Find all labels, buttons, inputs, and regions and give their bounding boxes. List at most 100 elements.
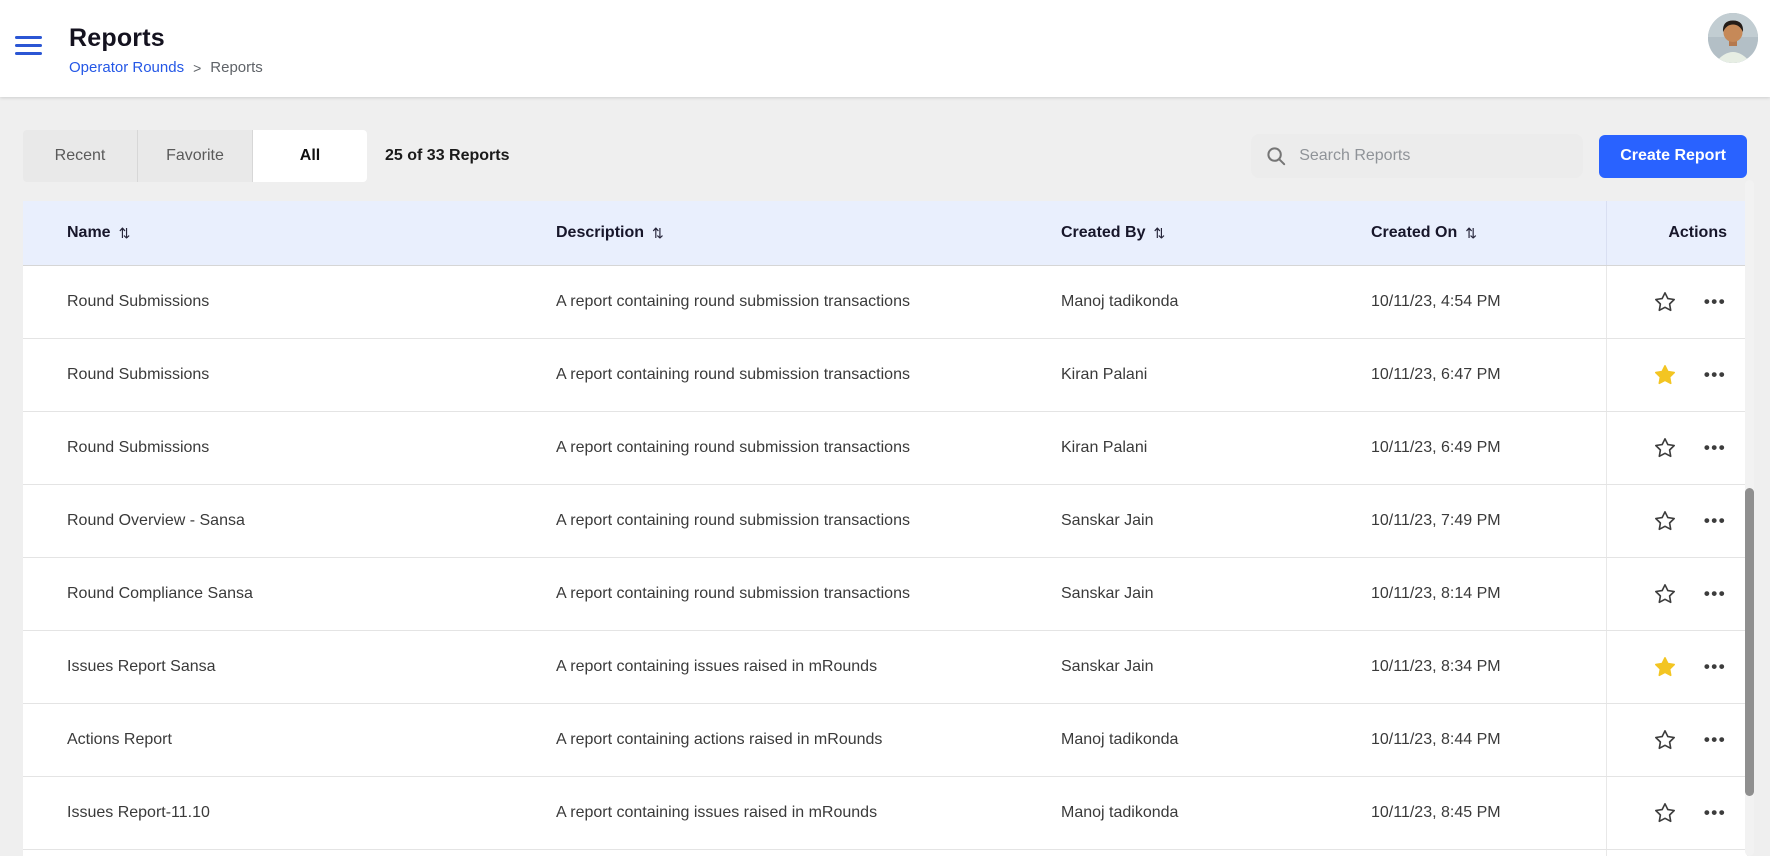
column-label: Description <box>556 224 644 242</box>
star-icon <box>1653 436 1677 460</box>
report-name: Actions Report <box>23 731 556 749</box>
more-options-button[interactable]: ••• <box>1693 426 1737 470</box>
column-header-actions: Actions <box>1606 201 1747 265</box>
report-created-on: 10/11/23, 4:54 PM <box>1371 293 1606 311</box>
table-row[interactable]: Actions Report A report containing actio… <box>23 704 1747 777</box>
favorite-star-button[interactable] <box>1643 572 1687 616</box>
more-options-button[interactable]: ••• <box>1693 718 1737 762</box>
tab-all[interactable]: All <box>252 130 367 182</box>
title-block: Reports Operator Rounds > Reports <box>69 24 263 76</box>
report-created-by: Sanskar Jain <box>1061 512 1371 530</box>
user-avatar[interactable] <box>1708 13 1758 63</box>
report-description: A report containing issues raised in mRo… <box>556 804 1061 822</box>
more-options-button[interactable]: ••• <box>1693 280 1737 324</box>
favorite-star-button[interactable] <box>1643 791 1687 835</box>
column-header-created-by[interactable]: Created By ⇅ <box>1061 201 1371 265</box>
row-actions: ••• <box>1606 412 1747 484</box>
report-created-by: Sanskar Jain <box>1061 658 1371 676</box>
row-actions: ••• <box>1606 704 1747 776</box>
hamburger-menu-icon[interactable] <box>15 36 45 55</box>
row-actions: ••• <box>1606 485 1747 557</box>
report-created-by: Kiran Palani <box>1061 439 1371 457</box>
favorite-star-button[interactable] <box>1643 718 1687 762</box>
create-report-button[interactable]: Create Report <box>1599 135 1747 178</box>
main-content: Recent Favorite All 25 of 33 Reports Cre… <box>0 97 1770 856</box>
hamburger-bar <box>15 36 42 39</box>
sort-icon[interactable]: ⇅ <box>119 225 131 242</box>
report-name: Round Submissions <box>23 439 556 457</box>
more-options-button[interactable]: ••• <box>1693 499 1737 543</box>
breadcrumb-separator: > <box>193 60 201 76</box>
table-row[interactable]: Round Compliance Sansa A report containi… <box>23 558 1747 631</box>
avatar-image <box>1708 13 1758 63</box>
tab-label: Favorite <box>166 147 224 165</box>
table-row[interactable]: Round Submissions A report containing ro… <box>23 412 1747 485</box>
favorite-star-button[interactable] <box>1643 499 1687 543</box>
row-actions: ••• <box>1606 777 1747 849</box>
star-icon <box>1653 509 1677 533</box>
app-header: Reports Operator Rounds > Reports <box>0 0 1770 97</box>
scrollbar-track[interactable] <box>1745 180 1754 856</box>
star-icon <box>1653 363 1677 387</box>
favorite-star-button[interactable] <box>1643 280 1687 324</box>
tab-label: All <box>300 147 320 165</box>
table-row[interactable]: Round Overview - Sansa A report containi… <box>23 485 1747 558</box>
report-name: Issues Report-11.10 <box>23 804 556 822</box>
report-name: Round Submissions <box>23 293 556 311</box>
report-created-on: 10/11/23, 8:45 PM <box>1371 804 1606 822</box>
table-row[interactable]: Round Submissions A report containing ro… <box>23 266 1747 339</box>
page-title: Reports <box>69 24 263 53</box>
table-row-partial[interactable] <box>23 850 1747 856</box>
report-created-by: Manoj tadikonda <box>1061 731 1371 749</box>
report-description: A report containing actions raised in mR… <box>556 731 1061 749</box>
breadcrumb-operator-rounds[interactable]: Operator Rounds <box>69 59 184 76</box>
more-options-button[interactable]: ••• <box>1693 353 1737 397</box>
report-description: A report containing round submission tra… <box>556 366 1061 384</box>
column-header-description[interactable]: Description ⇅ <box>556 201 1061 265</box>
row-actions: ••• <box>1606 266 1747 338</box>
tab-favorite[interactable]: Favorite <box>137 130 252 182</box>
sort-icon[interactable]: ⇅ <box>652 225 664 242</box>
report-description: A report containing round submission tra… <box>556 585 1061 603</box>
star-icon <box>1653 728 1677 752</box>
hamburger-bar <box>15 44 42 47</box>
more-options-button[interactable]: ••• <box>1693 645 1737 689</box>
star-icon <box>1653 655 1677 679</box>
table-row[interactable]: Round Submissions A report containing ro… <box>23 339 1747 412</box>
sort-icon[interactable]: ⇅ <box>1465 225 1477 242</box>
table-body: Round Submissions A report containing ro… <box>23 266 1747 856</box>
report-created-on: 10/11/23, 6:49 PM <box>1371 439 1606 457</box>
report-description: A report containing issues raised in mRo… <box>556 658 1061 676</box>
favorite-star-button[interactable] <box>1643 426 1687 470</box>
search-input[interactable] <box>1297 146 1568 166</box>
sort-icon[interactable]: ⇅ <box>1153 225 1165 242</box>
favorite-star-button[interactable] <box>1643 645 1687 689</box>
star-icon <box>1653 582 1677 606</box>
favorite-star-button[interactable] <box>1643 353 1687 397</box>
table-row[interactable]: Issues Report Sansa A report containing … <box>23 631 1747 704</box>
scrollbar-thumb[interactable] <box>1745 488 1754 796</box>
column-header-name[interactable]: Name ⇅ <box>23 201 556 265</box>
report-name: Round Submissions <box>23 366 556 384</box>
tab-recent[interactable]: Recent <box>23 130 137 182</box>
report-created-by: Sanskar Jain <box>1061 585 1371 603</box>
column-header-created-on[interactable]: Created On ⇅ <box>1371 201 1606 265</box>
report-created-by: Manoj tadikonda <box>1061 804 1371 822</box>
row-actions <box>1606 850 1747 856</box>
column-label: Created By <box>1061 224 1145 242</box>
more-options-button[interactable]: ••• <box>1693 791 1737 835</box>
column-label: Created On <box>1371 224 1457 242</box>
report-created-on: 10/11/23, 8:34 PM <box>1371 658 1606 676</box>
hamburger-bar <box>15 52 42 55</box>
report-created-on: 10/11/23, 8:44 PM <box>1371 731 1606 749</box>
row-actions: ••• <box>1606 558 1747 630</box>
table-row[interactable]: Issues Report-11.10 A report containing … <box>23 777 1747 850</box>
star-icon <box>1653 801 1677 825</box>
search-box[interactable] <box>1251 134 1583 178</box>
more-options-button[interactable]: ••• <box>1693 572 1737 616</box>
breadcrumb-current: Reports <box>210 59 263 76</box>
breadcrumb: Operator Rounds > Reports <box>69 59 263 76</box>
table-header-row: Name ⇅ Description ⇅ Created By ⇅ Create… <box>23 201 1747 266</box>
report-created-on: 10/11/23, 6:47 PM <box>1371 366 1606 384</box>
search-icon <box>1266 146 1286 166</box>
